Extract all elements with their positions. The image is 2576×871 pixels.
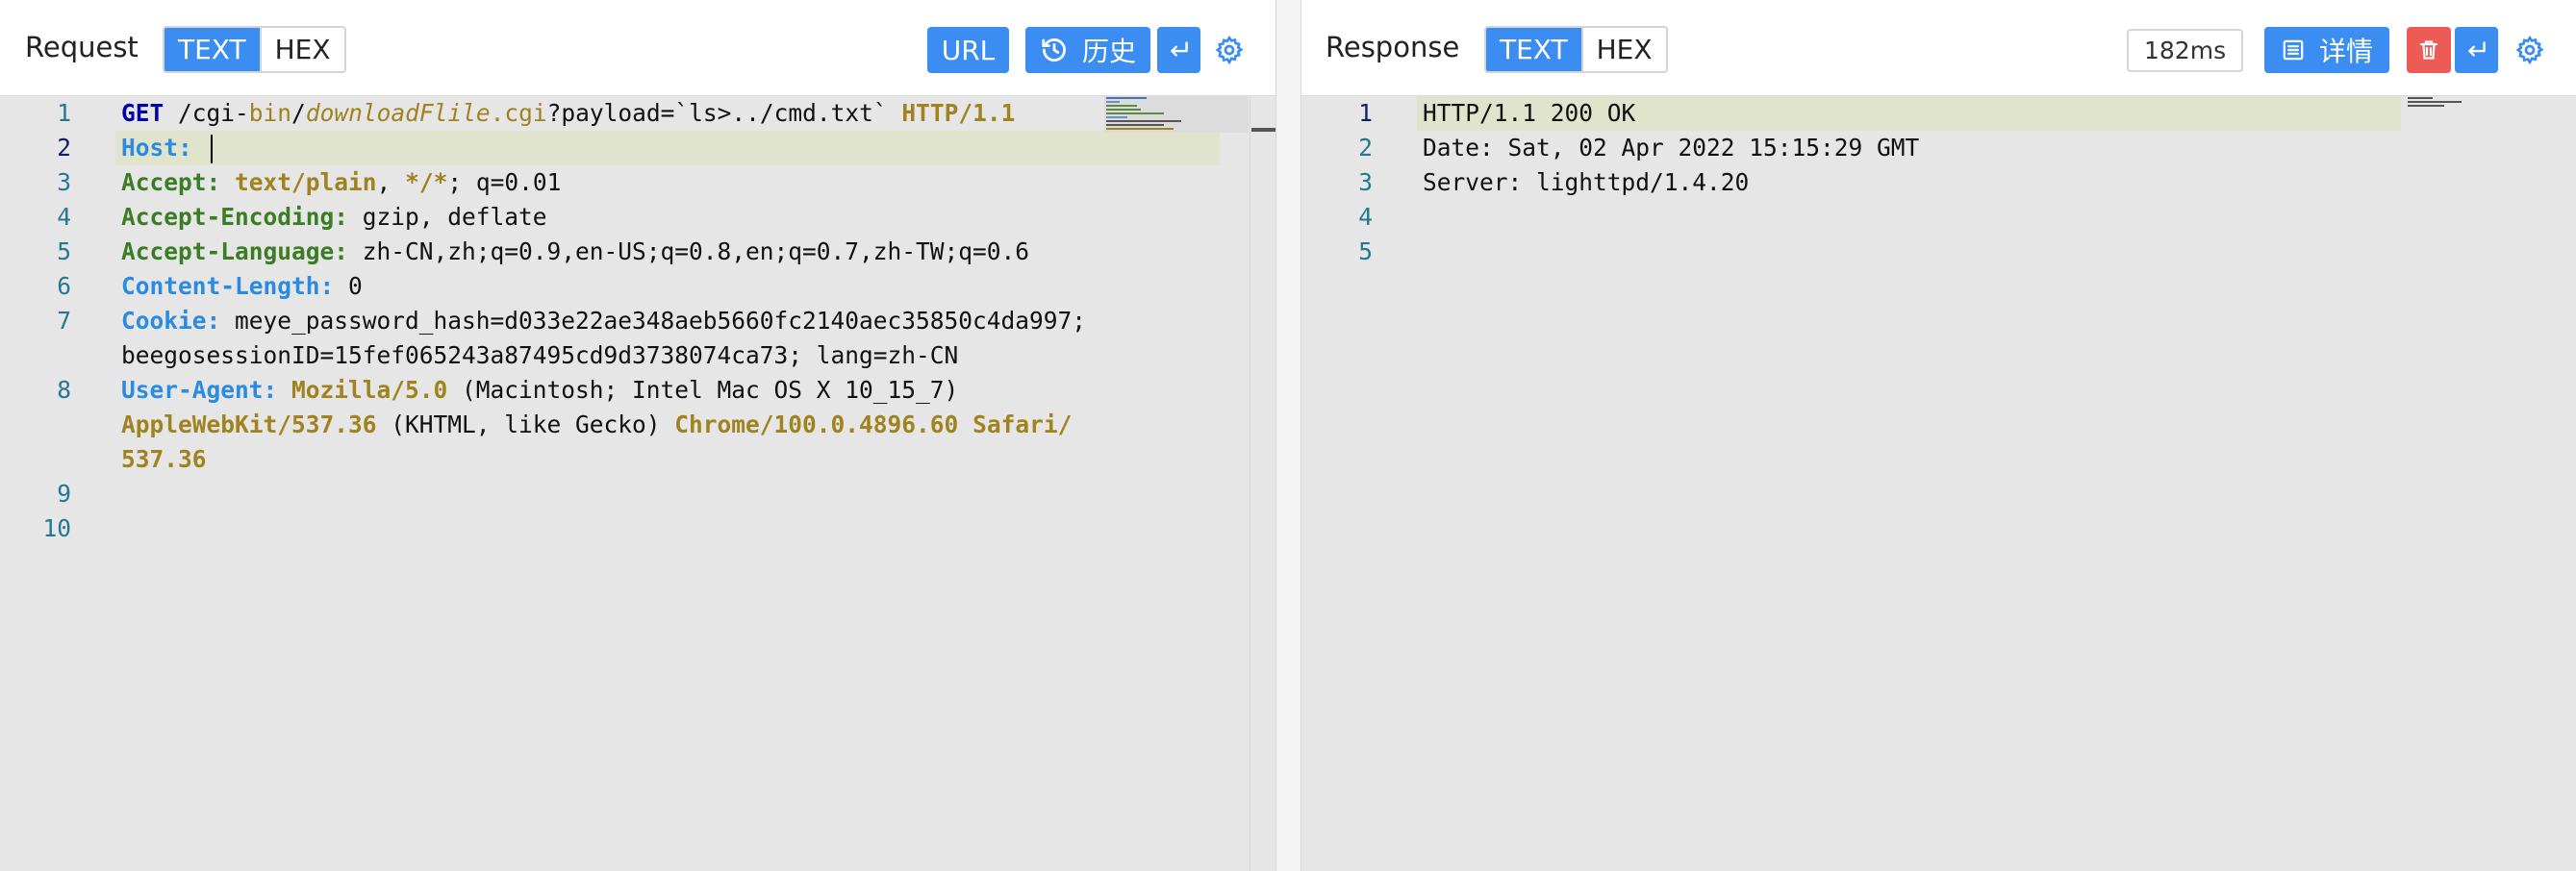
current-line-highlight — [115, 131, 1220, 165]
history-button-label: 历史 — [1081, 36, 1136, 67]
line-number: 3 — [57, 168, 71, 196]
response-mode-toggle: TEXT HEX — [1484, 26, 1668, 73]
request-title: Request — [25, 31, 139, 63]
request-panel: Request TEXT HEX URL 历史 1 2 3 4 5 6 7 8 … — [0, 0, 1275, 871]
line-number: 1 — [57, 99, 71, 127]
request-header: Request TEXT HEX URL 历史 — [0, 0, 1275, 96]
line-number: 2 — [1358, 134, 1373, 162]
header-line-cookie-wrap: beegosessionID=15fef065243a87495cd9d3738… — [121, 341, 959, 369]
line-number: 8 — [57, 376, 71, 404]
url-button[interactable]: URL — [927, 27, 1009, 73]
response-code: HTTP/1.1 200 OK Date: Sat, 02 Apr 2022 1… — [1417, 96, 2576, 871]
line-number: 9 — [57, 480, 71, 508]
wrap-lines-icon — [2464, 37, 2489, 62]
header-line-content-length: Content-Length: 0 — [121, 272, 363, 300]
header-line-host: Host: — [121, 131, 213, 165]
line-number-current: 2 — [57, 134, 71, 162]
request-minimap[interactable] — [1104, 96, 1249, 154]
url-button-label: URL — [941, 34, 996, 66]
line-number: 3 — [1358, 168, 1373, 196]
line-number: 7 — [57, 307, 71, 335]
latency-badge: 182ms — [2127, 29, 2244, 72]
header-line-user-agent-wrap: AppleWebKit/537.36 (KHTML, like Gecko) C… — [121, 411, 1073, 438]
header-line-user-agent-wrap: 537.36 — [121, 445, 207, 473]
request-line: GET /cgi-bin/downloadFlile.cgi?payload=`… — [121, 99, 1016, 127]
header-line-accept-encoding: Accept-Encoding: gzip, deflate — [121, 203, 547, 231]
response-text-mode-button[interactable]: TEXT — [1486, 28, 1581, 71]
details-list-icon — [2281, 37, 2306, 62]
header-line-date: Date: Sat, 02 Apr 2022 15:15:29 GMT — [1423, 134, 1920, 162]
gear-icon[interactable] — [1214, 35, 1245, 65]
gear-icon[interactable] — [2514, 35, 2545, 65]
clear-response-button[interactable] — [2407, 27, 2451, 73]
request-mode-toggle: TEXT HEX — [163, 26, 346, 73]
response-editor[interactable]: 1 2 3 4 5 HTTP/1.1 200 OK Date: Sat, 02 … — [1301, 96, 2576, 871]
response-minimap[interactable] — [2406, 96, 2521, 154]
response-title: Response — [1326, 31, 1460, 63]
response-line-gutter: 1 2 3 4 5 — [1301, 96, 1398, 871]
response-header: Response TEXT HEX 182ms 详情 — [1301, 0, 2576, 96]
wrap-lines-icon — [1167, 37, 1192, 62]
details-button-label: 详情 — [2318, 36, 2373, 67]
request-wrap-lines-button[interactable] — [1157, 27, 1200, 73]
trash-icon — [2417, 37, 2440, 62]
request-scrollbar-thumb[interactable] — [1251, 128, 1275, 132]
clock-history-icon — [1040, 36, 1069, 64]
response-wrap-lines-button[interactable] — [2455, 27, 2498, 73]
response-hex-mode-button[interactable]: HEX — [1580, 28, 1666, 71]
request-hex-mode-button[interactable]: HEX — [259, 28, 344, 71]
request-code: GET /cgi-bin/downloadFlile.cgi?payload=`… — [115, 96, 1250, 871]
line-number: 5 — [57, 237, 71, 265]
line-number: 4 — [1358, 203, 1373, 231]
history-button[interactable]: 历史 — [1025, 27, 1150, 73]
request-editor[interactable]: 1 2 3 4 5 6 7 8 9 10 GET /cgi-bin/downlo… — [0, 96, 1250, 871]
status-line: HTTP/1.1 200 OK — [1423, 99, 1636, 127]
details-button[interactable]: 详情 — [2264, 27, 2389, 73]
line-number: 5 — [1358, 237, 1373, 265]
header-line-accept-language: Accept-Language: zh-CN,zh;q=0.9,en-US;q=… — [121, 237, 1030, 265]
header-line-cookie: Cookie: meye_password_hash=d033e22ae348a… — [121, 307, 1087, 335]
line-number-current: 1 — [1358, 99, 1373, 127]
request-line-gutter: 1 2 3 4 5 6 7 8 9 10 — [0, 96, 96, 871]
header-line-accept: Accept: text/plain, */*; q=0.01 — [121, 168, 562, 196]
line-number: 6 — [57, 272, 71, 300]
request-text-mode-button[interactable]: TEXT — [164, 28, 260, 71]
panel-divider[interactable] — [1275, 0, 1301, 871]
header-line-server: Server: lighttpd/1.4.20 — [1423, 168, 1750, 196]
header-line-user-agent: User-Agent: Mozilla/5.0 (Macintosh; Inte… — [121, 376, 959, 404]
line-number: 10 — [42, 514, 71, 542]
response-panel: Response TEXT HEX 182ms 详情 1 2 3 4 5 HTT… — [1301, 0, 2576, 871]
text-cursor — [210, 135, 213, 163]
request-scrollbar[interactable] — [1250, 96, 1275, 871]
line-number: 4 — [57, 203, 71, 231]
